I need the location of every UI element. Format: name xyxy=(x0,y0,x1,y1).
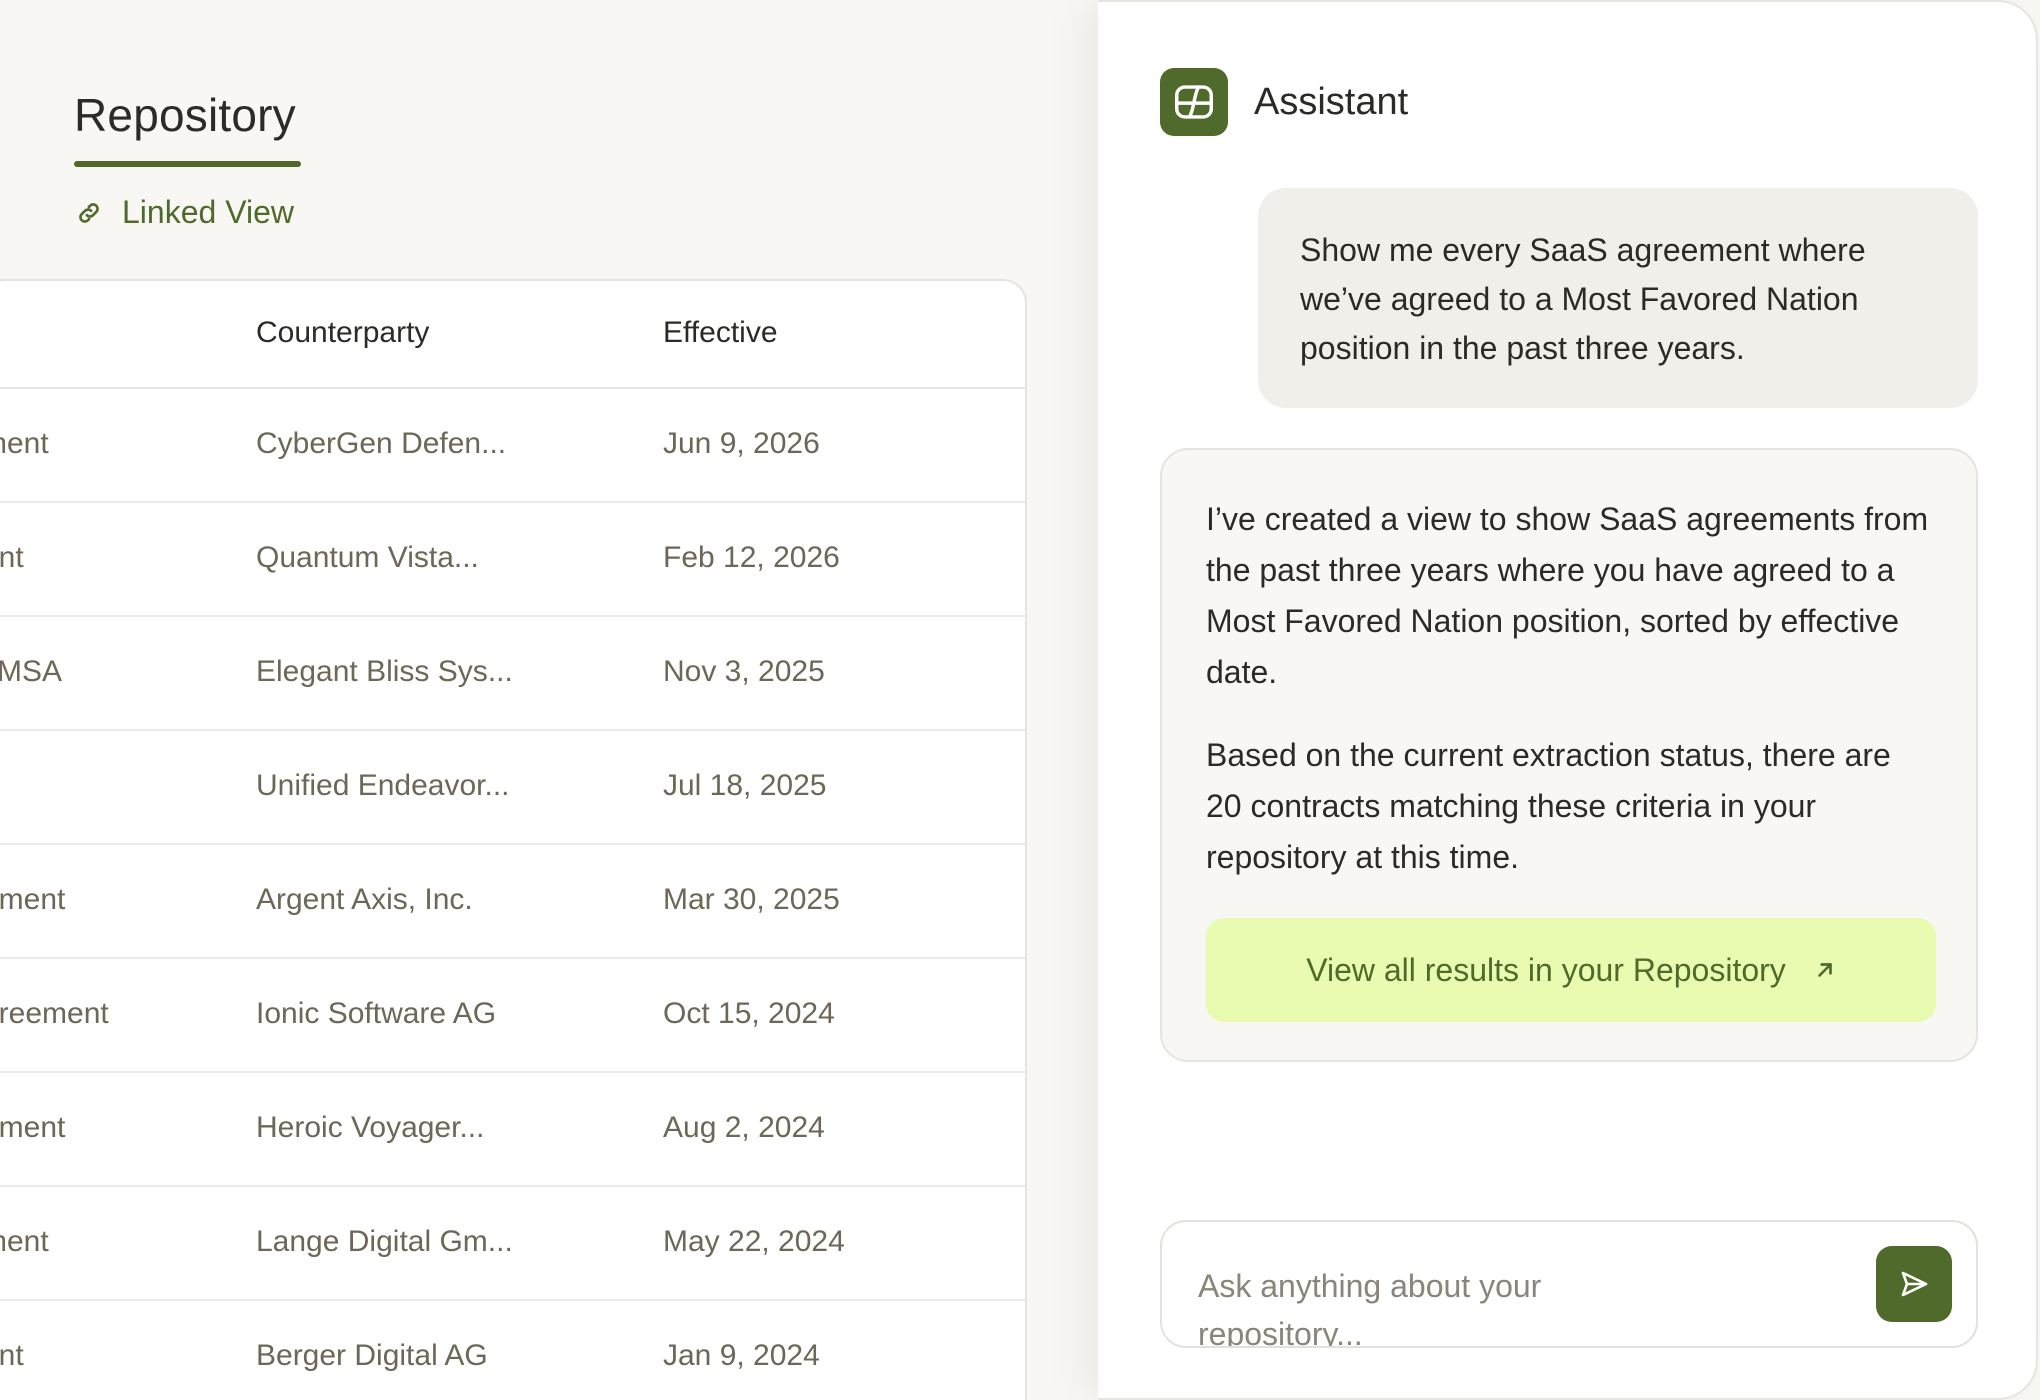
counterparty-cell: Ionic Software AG xyxy=(256,997,497,1030)
repository-pane: Repository Linked View Counterparty Effe… xyxy=(0,0,1100,1400)
contract-name: ment xyxy=(0,427,49,460)
table-row[interactable]: l MSA Elegant Bliss Sys... Nov 3, 2025 xyxy=(0,617,1025,731)
counterparty-cell: Heroic Voyager... xyxy=(256,1111,485,1144)
table-row[interactable]: ment CyberGen Defen... Jun 9, 2026 xyxy=(0,389,1025,503)
send-button[interactable] xyxy=(1876,1246,1952,1322)
table-row[interactable]: greement Ionic Software AG Oct 15, 2024 xyxy=(0,959,1025,1073)
effective-date-cell: Nov 3, 2025 xyxy=(663,655,825,688)
contract-name: l MSA xyxy=(0,655,63,688)
column-header-effective[interactable]: Effective xyxy=(663,316,778,350)
effective-date-cell: Aug 2, 2024 xyxy=(663,1111,825,1144)
counterparty-cell: Berger Digital AG xyxy=(256,1339,488,1372)
contract-name: ment xyxy=(0,1225,49,1258)
repository-tab[interactable]: Repository xyxy=(74,88,296,142)
counterparty-cell: Elegant Bliss Sys... xyxy=(256,655,513,688)
assistant-logo-icon xyxy=(1160,68,1228,136)
link-icon xyxy=(79,202,99,223)
table-row[interactable]: ent Berger Digital AG Jan 9, 2024 xyxy=(0,1301,1025,1400)
assistant-title: Assistant xyxy=(1254,80,1409,123)
assistant-response: I’ve created a view to show SaaS agreeme… xyxy=(1160,448,1978,1062)
counterparty-cell: Quantum Vista... xyxy=(256,541,479,574)
column-header-counterparty[interactable]: Counterparty xyxy=(256,316,429,350)
effective-date-cell: Feb 12, 2026 xyxy=(663,541,840,574)
table-row[interactable]: ment Lange Digital Gm... May 22, 2024 xyxy=(0,1187,1025,1301)
table-header: Counterparty Effective xyxy=(0,281,1025,389)
counterparty-cell: Unified Endeavor... xyxy=(256,769,510,802)
effective-date-cell: Jun 9, 2026 xyxy=(663,427,820,460)
assistant-panel: Assistant Show me every SaaS agreement w… xyxy=(1098,0,2038,1400)
ask-input-placeholder[interactable]: Ask anything about your repository... xyxy=(1198,1262,1678,1346)
assistant-header: Assistant xyxy=(1160,68,1408,136)
effective-date-cell: Jan 9, 2024 xyxy=(663,1339,820,1372)
contract-name: ent xyxy=(0,1339,24,1372)
counterparty-cell: CyberGen Defen... xyxy=(256,427,507,460)
response-paragraph: Based on the current extraction status, … xyxy=(1206,737,1891,875)
contract-name: ement xyxy=(0,1111,66,1144)
table-row[interactable]: ent Quantum Vista... Feb 12, 2026 xyxy=(0,503,1025,617)
linked-view-link[interactable]: Linked View xyxy=(76,194,294,231)
counterparty-cell: Argent Axis, Inc. xyxy=(256,883,473,916)
response-paragraph: I’ve created a view to show SaaS agreeme… xyxy=(1206,501,1929,690)
effective-date-cell: Mar 30, 2025 xyxy=(663,883,840,916)
effective-date-cell: Jul 18, 2025 xyxy=(663,769,827,802)
active-tab-indicator xyxy=(74,161,301,167)
contracts-table: Counterparty Effective ment CyberGen Def… xyxy=(0,279,1027,1400)
table-row[interactable]: ement Argent Axis, Inc. Mar 30, 2025 xyxy=(0,845,1025,959)
contract-name: ement xyxy=(0,883,66,916)
send-icon xyxy=(1901,1271,1928,1297)
linked-view-label: Linked View xyxy=(122,194,294,230)
user-message: Show me every SaaS agreement where we’ve… xyxy=(1258,188,1978,408)
contract-name: ent xyxy=(0,541,24,574)
contract-name: greement xyxy=(0,997,109,1030)
table-row[interactable]: ement Heroic Voyager... Aug 2, 2024 xyxy=(0,1073,1025,1187)
effective-date-cell: Oct 15, 2024 xyxy=(663,997,835,1030)
ask-input[interactable]: Ask anything about your repository... xyxy=(1160,1220,1978,1348)
view-all-results-label: View all results in your Repository xyxy=(1306,951,1786,988)
arrow-up-right-icon xyxy=(1817,963,1832,977)
view-all-results-button[interactable]: View all results in your Repository xyxy=(1206,918,1936,1022)
effective-date-cell: May 22, 2024 xyxy=(663,1225,845,1258)
counterparty-cell: Lange Digital Gm... xyxy=(256,1225,513,1258)
table-row[interactable]: e Unified Endeavor... Jul 18, 2025 xyxy=(0,731,1025,845)
